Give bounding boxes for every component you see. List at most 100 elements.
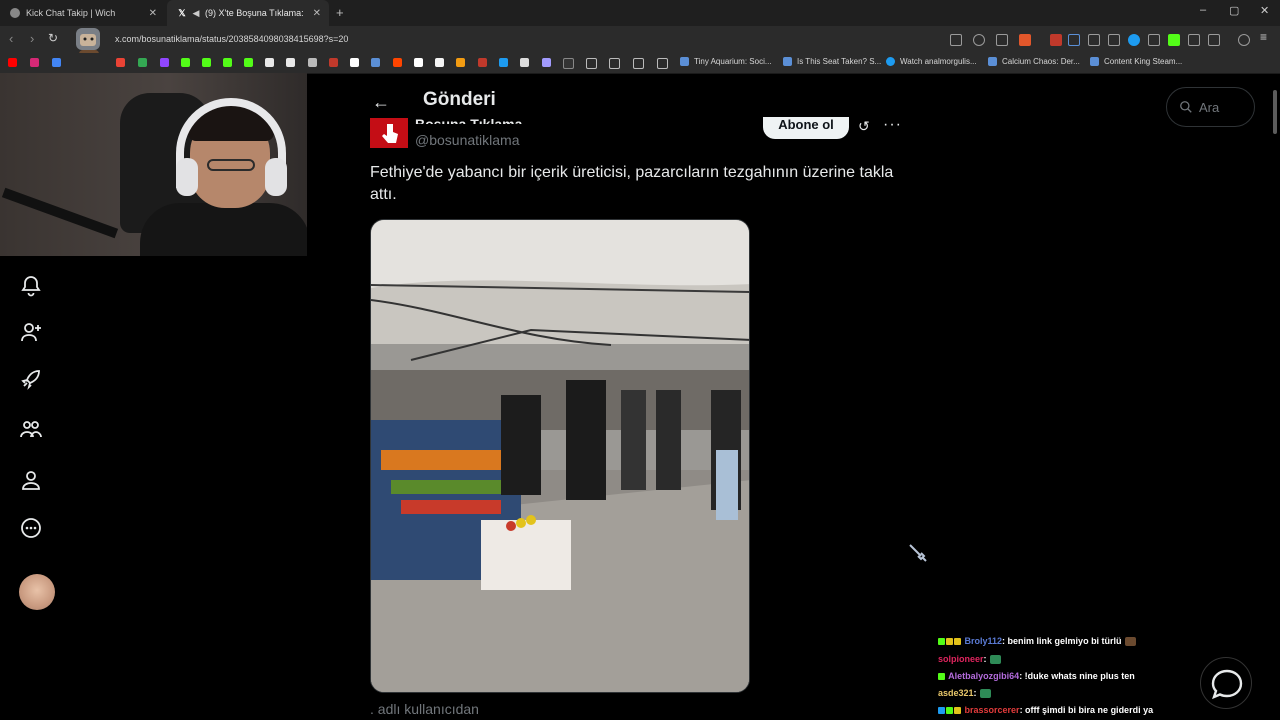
author-avatar[interactable] xyxy=(370,118,408,148)
bookmark-watch[interactable]: Watch analmorgulis... xyxy=(886,57,977,66)
webcam-overlay xyxy=(0,73,307,256)
messages-button[interactable] xyxy=(1200,657,1252,709)
bookmark-icon[interactable] xyxy=(456,58,465,67)
chat-text: : offf şimdi bi bira ne giderdi ya xyxy=(1019,705,1154,715)
reddit-icon[interactable] xyxy=(393,58,402,67)
sidebar-toggle-icon[interactable] xyxy=(1208,34,1220,46)
address-bar: ‹ › ↻ x.com/bosunatiklama/status/2038584… xyxy=(0,26,1280,78)
speaker-icon[interactable]: ◀ xyxy=(191,8,201,18)
headphone-earcup xyxy=(176,158,198,196)
anchor-icon[interactable] xyxy=(286,58,295,67)
close-window-button[interactable]: ✕ xyxy=(1260,4,1269,17)
twitch-icon[interactable] xyxy=(160,58,169,67)
extensions-puzzle-icon[interactable] xyxy=(1188,34,1200,46)
extension-6-icon[interactable] xyxy=(1148,34,1160,46)
chat-message: asde321: xyxy=(938,688,991,699)
zoom-icon[interactable] xyxy=(973,34,985,46)
bookmark-icon[interactable] xyxy=(308,58,317,67)
chat-text: : xyxy=(983,654,987,664)
folder-icon[interactable] xyxy=(657,58,668,69)
post-video[interactable] xyxy=(370,219,750,693)
x-icon[interactable] xyxy=(350,58,359,67)
drive-icon[interactable] xyxy=(138,58,147,67)
chat-username: solpioneer xyxy=(938,654,984,664)
folder-icon[interactable] xyxy=(586,58,597,69)
chat-bubble-icon xyxy=(1211,669,1243,700)
bookmark-tiny-aquarium[interactable]: Tiny Aquarium: Soci... xyxy=(680,57,772,66)
person-icon[interactable] xyxy=(19,468,43,492)
people-icon[interactable] xyxy=(19,417,43,441)
bookmark-icon[interactable] xyxy=(244,58,253,67)
bookmark-favicon-icon xyxy=(886,57,895,66)
close-tab-icon[interactable]: ✕ xyxy=(313,8,321,19)
bookmark-icon[interactable] xyxy=(520,58,529,67)
streamer-torso xyxy=(140,203,307,256)
bookmark-icon[interactable] xyxy=(371,58,380,67)
more-options-icon[interactable]: ··· xyxy=(883,116,902,134)
folder-icon[interactable] xyxy=(633,58,644,69)
menu-icon[interactable]: ≡ xyxy=(1260,30,1267,44)
extension-5-icon[interactable] xyxy=(1128,34,1140,46)
tab-x-post[interactable]: 𝕏 ◀ (9) X'te Boşuna Tıklama: "Feth ✕ xyxy=(167,0,329,26)
kick-icon[interactable] xyxy=(181,58,190,67)
back-nav-icon[interactable]: ‹ xyxy=(9,31,13,46)
grok-icon[interactable]: ↺ xyxy=(858,118,870,135)
bookmark-icon[interactable] xyxy=(563,58,574,69)
share-icon[interactable] xyxy=(996,34,1008,46)
badge-icon xyxy=(954,638,961,646)
reload-icon[interactable]: ↻ xyxy=(48,31,58,45)
bookmark-icon[interactable] xyxy=(414,58,423,67)
folder-icon[interactable] xyxy=(609,58,620,69)
bookmark-content-king[interactable]: Content King Steam... xyxy=(1090,57,1182,66)
youtube-icon[interactable] xyxy=(8,58,17,67)
bookmark-calcium-chaos[interactable]: Calcium Chaos: Der... xyxy=(988,57,1080,66)
brave-shield-icon[interactable] xyxy=(1019,34,1031,46)
bell-icon[interactable] xyxy=(19,274,43,298)
cast-icon[interactable] xyxy=(950,34,962,46)
extension-3-icon[interactable] xyxy=(1088,34,1100,46)
account-avatar[interactable] xyxy=(19,574,55,610)
new-tab-button[interactable]: + xyxy=(336,5,344,20)
arrow-left-icon[interactable]: ← xyxy=(372,92,390,113)
kick-favicon-icon xyxy=(10,8,20,18)
headphone-earcup xyxy=(265,158,287,196)
kick-badge-icon xyxy=(946,707,953,715)
rocket-icon[interactable] xyxy=(19,367,43,391)
bookmark-icon[interactable] xyxy=(499,58,508,67)
bookmark-seat-taken[interactable]: Is This Seat Taken? S... xyxy=(783,57,881,66)
scrollbar[interactable] xyxy=(1273,90,1277,134)
close-tab-icon[interactable]: ✕ xyxy=(149,8,157,19)
search-box[interactable]: Ara xyxy=(1166,87,1255,127)
more-circle-icon[interactable] xyxy=(19,516,43,540)
minimize-button[interactable]: – xyxy=(1200,4,1206,16)
bookmark-icon[interactable] xyxy=(52,58,61,67)
media-icon[interactable] xyxy=(1238,34,1250,46)
hand-pointer-icon xyxy=(382,124,398,143)
instagram-icon[interactable] xyxy=(30,58,39,67)
author-handle[interactable]: @bosunatiklama xyxy=(415,132,520,148)
gmail-icon[interactable] xyxy=(116,58,125,67)
chat-username: brassorcerer xyxy=(964,705,1020,715)
person-add-icon[interactable] xyxy=(19,320,43,344)
tab-kick-chat[interactable]: Kick Chat Takip | Wich ✕ xyxy=(0,0,165,26)
bookmark-icon[interactable] xyxy=(265,58,274,67)
subscribe-button[interactable]: Abone ol xyxy=(763,117,849,139)
bookmark-icon[interactable] xyxy=(329,58,338,67)
emote-icon xyxy=(979,689,991,699)
bookmark-icon[interactable] xyxy=(542,58,551,67)
bookmark-icon[interactable] xyxy=(478,58,487,67)
extension-1-icon[interactable] xyxy=(1050,34,1062,46)
url-field[interactable]: x.com/bosunatiklama/status/2038584098038… xyxy=(115,34,348,44)
maximize-button[interactable]: ▢ xyxy=(1229,4,1239,17)
forward-nav-icon[interactable]: › xyxy=(30,31,34,46)
author-name[interactable]: Boşuna Tıklama xyxy=(415,116,522,124)
extension-2-icon[interactable] xyxy=(1068,34,1080,46)
extension-4-icon[interactable] xyxy=(1108,34,1120,46)
kick-badge-icon xyxy=(938,673,945,681)
extension-kick-icon[interactable] xyxy=(1168,34,1180,46)
chat-message: solpioneer: xyxy=(938,654,1001,665)
chat-text: : benim link gelmiyo bi türlü xyxy=(1002,636,1122,646)
kick-icon[interactable] xyxy=(202,58,211,67)
amazon-icon[interactable] xyxy=(435,58,444,67)
kick-icon[interactable] xyxy=(223,58,232,67)
